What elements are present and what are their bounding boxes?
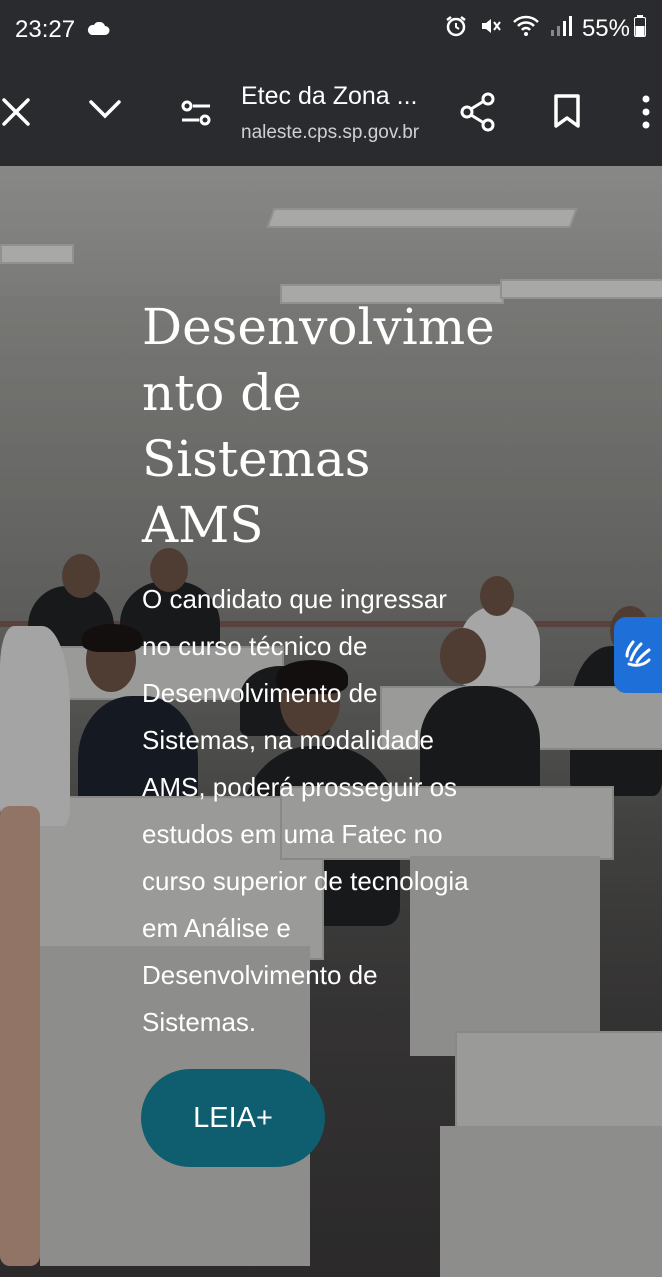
hero-description: O candidato que ingressar no curso técni… [142,584,469,1037]
read-more-button[interactable]: LEIA+ [141,1069,325,1167]
signal-icon [550,15,572,42]
hero-title: Desenvolvime nto de Sistemas AMS [142,298,495,554]
status-time: 23:27 [15,16,76,43]
page-title[interactable]: Etec da Zona ... [241,82,418,111]
battery-icon [634,15,646,42]
hands-icon [621,636,655,675]
share-icon[interactable] [460,92,496,137]
more-icon[interactable] [640,94,652,135]
browser-toolbar: Etec da Zona ... naleste.cps.sp.gov.br [0,62,662,166]
status-icons: 55% [444,14,646,43]
wifi-icon [512,14,540,43]
status-bar: 23:27 55% [0,0,662,62]
cloud-icon [86,21,110,41]
chevron-down-icon[interactable] [88,98,122,127]
sign-language-accessibility-button[interactable] [614,617,662,693]
battery-percent: 55% [581,14,630,42]
page-url[interactable]: naleste.cps.sp.gov.br [241,122,419,144]
bookmark-icon[interactable] [553,93,581,134]
hero-section: Desenvolvime nto de Sistemas AMS O candi… [0,166,662,1277]
close-icon[interactable] [0,96,32,133]
page-settings-icon[interactable] [180,98,212,133]
mute-icon [478,14,502,43]
alarm-icon [444,14,468,43]
